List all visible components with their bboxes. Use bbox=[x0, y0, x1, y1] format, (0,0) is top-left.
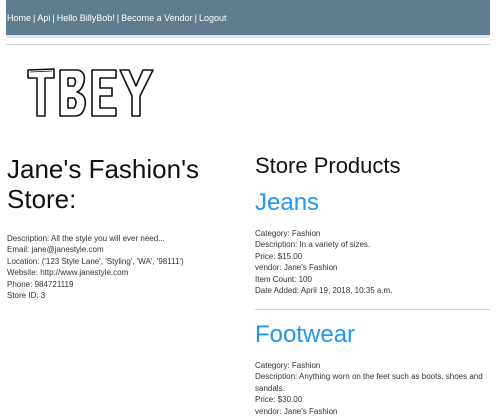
store-phone: Phone: 984721119 bbox=[7, 279, 74, 289]
product-description: Description: In a variety of sizes. bbox=[255, 240, 371, 250]
nav-api-link[interactable]: Api bbox=[37, 13, 50, 23]
nav-logout-link[interactable]: Logout bbox=[199, 13, 227, 23]
nav-separator: | bbox=[52, 13, 55, 23]
store-location: Location: ('123 Style Lane', 'Styling', … bbox=[7, 256, 184, 266]
nav-become-vendor-link[interactable]: Become a Vendor bbox=[121, 13, 193, 23]
product-item-count: Item Count: 100 bbox=[255, 274, 312, 284]
nav-separator: | bbox=[194, 13, 197, 23]
store-title: Jane's Fashion's Store: bbox=[7, 154, 200, 214]
nav-separator: | bbox=[33, 13, 36, 23]
header-divider bbox=[6, 44, 490, 45]
store-products-heading: Store Products bbox=[255, 153, 401, 178]
product-name-jeans-link[interactable]: Jeans bbox=[255, 189, 319, 217]
product-divider bbox=[255, 309, 490, 310]
product-date-added: Date Added: April 19, 2018, 10:35 a.m. bbox=[255, 286, 393, 296]
product-vendor: vendor: Jane's Fashion bbox=[255, 263, 338, 273]
nav-links: Home | Api | Hello BillyBob! | Become a Vendor… bbox=[7, 13, 227, 24]
store-email: Email: jane@janestyle.com bbox=[7, 245, 104, 255]
page: Home | Api | Hello BillyBob! | Become a Vendor… bbox=[0, 0, 500, 416]
product-category: Category: Fashion bbox=[255, 229, 321, 238]
product-name-footwear-link[interactable]: Footwear bbox=[255, 321, 355, 349]
store-website: Website: http://www.janestyle.com bbox=[7, 268, 129, 278]
store-description: Description: All the style you will ever… bbox=[7, 234, 165, 243]
product-details-footwear: Category: Fashion Description: Anything … bbox=[255, 360, 495, 416]
store-info: Description: All the style you will ever… bbox=[7, 233, 237, 301]
nav-home-link[interactable]: Home bbox=[7, 13, 31, 23]
product-description: Description: Anything worn on the feet s… bbox=[255, 372, 483, 393]
product-price: Price: $15.00 bbox=[255, 251, 303, 261]
tbey-logo[interactable] bbox=[26, 64, 156, 120]
top-navbar: Home | Api | Hello BillyBob! | Become a Vendor… bbox=[6, 0, 490, 38]
nav-separator: | bbox=[116, 13, 120, 23]
product-details-jeans: Category: Fashion Description: In a vari… bbox=[255, 228, 495, 296]
product-vendor: vendor: Jane's Fashion bbox=[255, 406, 338, 416]
product-category: Category: Fashion bbox=[255, 361, 321, 370]
product-price: Price: $30.00 bbox=[255, 395, 303, 405]
store-id: Store ID: 3 bbox=[7, 291, 46, 301]
nav-greeting-link[interactable]: Hello BillyBob! bbox=[57, 13, 115, 23]
